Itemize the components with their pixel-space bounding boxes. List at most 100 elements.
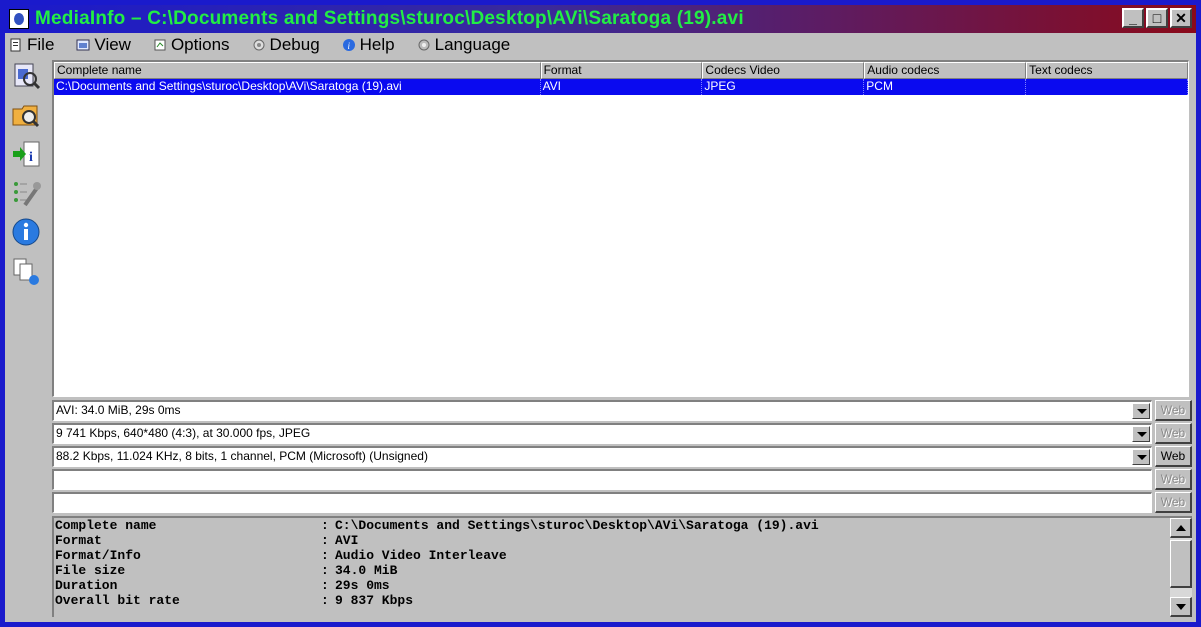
cell-format: AVI [541,79,703,95]
info-line: Complete name : C:\Documents and Setting… [54,518,1192,533]
info-value: 9 837 Kbps [335,593,414,608]
cell-text-codecs [1026,79,1188,95]
scrollbar-thumb[interactable] [1170,540,1192,588]
menu-help-label: Help [359,35,395,54]
summary-video-combo[interactable]: 9 741 Kbps, 640*480 (4:3), at 30.000 fps… [52,423,1152,444]
preferences-button[interactable] [10,176,42,210]
window-controls: _ □ ✕ [1122,8,1192,28]
menu-language-label: Language [434,35,511,54]
info-separator: : [321,533,329,548]
preferences-icon [14,182,41,207]
info-line: Format : AVI [54,533,1192,548]
column-codecs-video[interactable]: Codecs Video [702,62,865,79]
summary-general-combo[interactable]: AVI: 34.0 MiB, 29s 0ms [52,400,1152,421]
info-text-area[interactable]: Complete name : C:\Documents and Setting… [52,516,1192,617]
summary-chapters-field[interactable] [52,492,1152,513]
menu-file[interactable]: File [9,35,54,55]
dropdown-arrow-icon[interactable] [1132,403,1150,419]
open-folder-button[interactable] [10,98,42,132]
scroll-up-arrow-icon[interactable] [1170,518,1192,538]
web-button-audio[interactable]: Web [1155,446,1192,467]
info-value: 29s 0ms [335,578,390,593]
info-value: C:\Documents and Settings\sturoc\Desktop… [335,518,819,533]
menu-view-label: View [94,35,131,54]
summary-general-row: AVI: 34.0 MiB, 29s 0ms Web [52,400,1192,421]
info-value: 34.0 MiB [335,563,398,578]
info-scrollbar[interactable] [1170,518,1192,617]
open-file-button[interactable] [10,59,42,93]
cell-codecs-video: JPEG [702,79,865,95]
about-button[interactable] [10,215,42,249]
web-button-video[interactable]: Web [1155,423,1192,444]
web-button-text[interactable]: Web [1155,469,1192,490]
main-window: MediaInfo – C:\Documents and Settings\st… [0,0,1201,627]
menu-help[interactable]: i Help [342,35,395,55]
open-file-icon [14,63,41,90]
cell-complete-name: C:\Documents and Settings\sturoc\Desktop… [54,79,541,95]
menu-options[interactable]: Options [153,35,230,55]
column-text-codecs[interactable]: Text codecs [1026,62,1188,79]
dropdown-arrow-icon[interactable] [1132,449,1150,465]
info-label: Complete name [55,518,157,533]
language-icon [418,39,430,51]
maximize-button[interactable]: □ [1146,8,1168,28]
debug-icon [253,39,265,51]
title-bar[interactable]: MediaInfo – C:\Documents and Settings\st… [5,5,1196,33]
menu-language[interactable]: Language [417,35,511,55]
export-icon: i [13,141,40,167]
summary-audio-text: 88.2 Kbps, 11.024 KHz, 8 bits, 1 channel… [56,449,428,463]
export-button[interactable]: i [10,137,42,171]
about-icon [12,218,40,246]
info-separator: : [321,593,329,608]
info-label: Format [55,533,102,548]
info-label: File size [55,563,126,578]
column-audio-codecs[interactable]: Audio codecs [864,62,1027,79]
summary-text-field[interactable] [52,469,1152,490]
web-button-chapters[interactable]: Web [1155,492,1192,513]
info-separator: : [321,548,329,563]
dropdown-arrow-icon[interactable] [1132,426,1150,442]
file-list[interactable]: Complete name Format Codecs Video Audio … [52,60,1189,397]
info-label: Format/Info [55,548,141,563]
summary-audio-combo[interactable]: 88.2 Kbps, 11.024 KHz, 8 bits, 1 channel… [52,446,1152,467]
info-value: Audio Video Interleave [335,548,507,563]
cell-audio-codecs: PCM [864,79,1027,95]
copy-button[interactable] [10,254,42,288]
options-icon [154,39,166,51]
help-icon: i [342,39,355,51]
close-button[interactable]: ✕ [1170,8,1192,28]
mediainfo-app-icon[interactable] [9,9,29,29]
list-row-selected[interactable]: C:\Documents and Settings\sturoc\Desktop… [54,79,1188,95]
summary-text-row: Web [52,469,1192,490]
left-toolbar: i [9,59,43,622]
file-icon [10,38,21,52]
window-title: MediaInfo – C:\Documents and Settings\st… [35,8,744,29]
summary-general-text: AVI: 34.0 MiB, 29s 0ms [56,403,181,417]
minimize-button[interactable]: _ [1122,8,1144,28]
info-value: AVI [335,533,359,548]
info-line: Overall bit rate : 9 837 Kbps [54,593,1192,608]
info-line: File size : 34.0 MiB [54,563,1192,578]
copy-icon [13,258,39,285]
list-header: Complete name Format Codecs Video Audio … [54,62,1188,79]
summary-video-text: 9 741 Kbps, 640*480 (4:3), at 30.000 fps… [56,426,311,440]
menu-view[interactable]: View [76,35,131,55]
info-separator: : [321,563,329,578]
info-label: Duration [55,578,118,593]
info-separator: : [321,578,329,593]
window-client-area: MediaInfo – C:\Documents and Settings\st… [5,5,1196,622]
open-folder-icon [12,105,40,128]
menu-bar: File View Options Debug i Help Language [5,33,1196,57]
menu-file-label: File [27,35,55,54]
menu-debug[interactable]: Debug [252,35,320,55]
info-separator: : [321,518,329,533]
menu-debug-label: Debug [269,35,320,54]
info-line: Format/Info : Audio Video Interleave [54,548,1192,563]
column-complete-name[interactable]: Complete name [54,62,541,79]
web-button-general[interactable]: Web [1155,400,1192,421]
summary-video-row: 9 741 Kbps, 640*480 (4:3), at 30.000 fps… [52,423,1192,444]
menu-options-label: Options [170,35,230,54]
scroll-down-arrow-icon[interactable] [1170,597,1192,617]
summary-chapters-row: Web [52,492,1192,513]
column-format[interactable]: Format [540,62,703,79]
